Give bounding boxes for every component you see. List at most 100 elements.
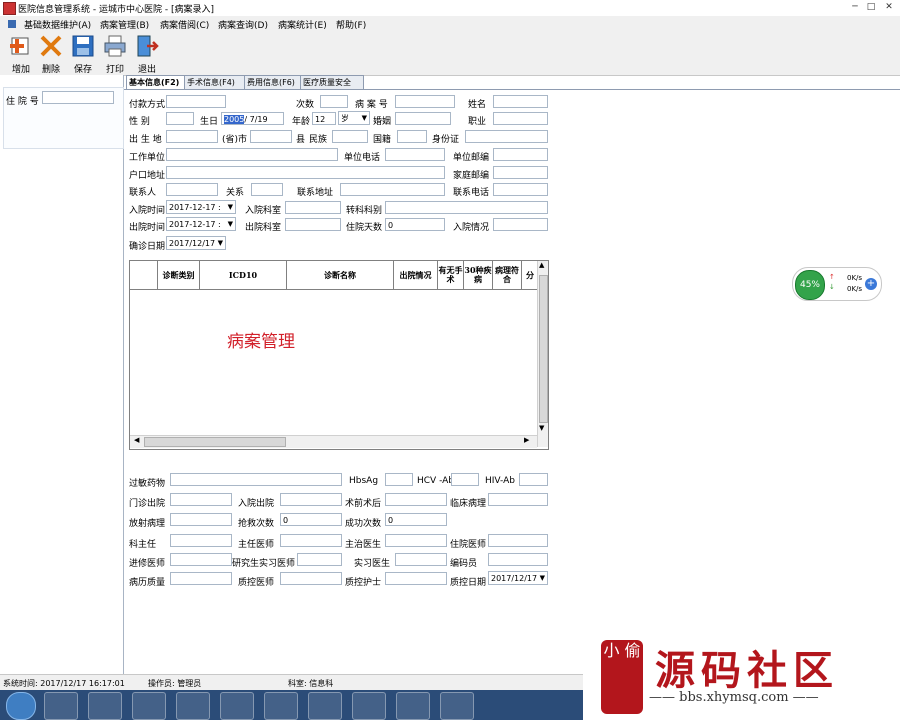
occupation-input[interactable] <box>493 112 548 125</box>
inpatient-no-input[interactable] <box>42 91 114 104</box>
taskbar-app-3[interactable] <box>132 692 166 720</box>
hiv-input[interactable] <box>519 473 548 486</box>
grid-vertical-scrollbar[interactable]: ▲ ▼ <box>537 261 548 447</box>
hukou-address-input[interactable] <box>166 166 445 179</box>
taskbar-app-9[interactable] <box>396 692 430 720</box>
contact-input[interactable] <box>166 183 218 196</box>
grid-hscroll-thumb[interactable] <box>144 437 286 447</box>
home-zip-input[interactable] <box>493 166 548 179</box>
name-input[interactable] <box>493 95 548 108</box>
dept-head-input[interactable] <box>170 534 232 547</box>
menu-basic-data[interactable]: 基础数据维护(A) <box>24 18 91 31</box>
coder-input[interactable] <box>488 553 548 566</box>
col-partial[interactable]: 分 <box>522 261 538 289</box>
birthplace-province-input[interactable] <box>166 130 218 143</box>
close-button[interactable]: ✕ <box>882 2 896 13</box>
nationality-input[interactable] <box>397 130 427 143</box>
admit-condition-input[interactable] <box>493 218 548 231</box>
taskbar-app-1[interactable] <box>44 692 78 720</box>
qc-date-picker[interactable]: 2017/12/17 ▼ <box>488 571 548 585</box>
clinical-path-input[interactable] <box>488 493 548 506</box>
record-quality-input[interactable] <box>170 572 232 585</box>
menu-borrow[interactable]: 病案借阅(C) <box>160 18 209 31</box>
confirm-date-picker[interactable]: 2017/12/17 ▼ <box>166 236 226 250</box>
taskbar-app-7[interactable] <box>308 692 342 720</box>
taskbar-app-2[interactable] <box>88 692 122 720</box>
relation-input[interactable] <box>251 183 283 196</box>
menu-record-mgmt[interactable]: 病案管理(B) <box>100 18 149 31</box>
grad-intern-input[interactable] <box>297 553 342 566</box>
contact-phone-input[interactable] <box>493 183 548 196</box>
rescue-count-input[interactable]: 0 <box>280 513 342 526</box>
work-phone-input[interactable] <box>385 148 445 161</box>
pre-post-op-input[interactable] <box>385 493 447 506</box>
marital-input[interactable] <box>395 112 451 125</box>
success-count-input[interactable]: 0 <box>385 513 447 526</box>
ethnicity-input[interactable] <box>332 130 368 143</box>
radio-path-input[interactable] <box>170 513 232 526</box>
net-speed-widget[interactable]: 45% 0K/s 0K/s ↑ ↓ + <box>792 267 882 301</box>
stay-days-input[interactable]: 0 <box>385 218 445 231</box>
tab-quality-safety[interactable]: 医疗质量安全 <box>300 75 364 89</box>
admit-discharge-input[interactable] <box>280 493 342 506</box>
age-unit-select[interactable]: 岁 ▼ <box>338 111 370 125</box>
taskbar-app-10[interactable] <box>440 692 474 720</box>
id-card-input[interactable] <box>465 130 548 143</box>
record-no-input[interactable] <box>395 95 455 108</box>
taskbar-app-4[interactable] <box>176 692 210 720</box>
expand-icon[interactable]: + <box>865 278 877 290</box>
col-diagnosis-type[interactable]: 诊断类别 <box>158 261 200 289</box>
trainee-input[interactable] <box>170 553 232 566</box>
scroll-right-icon[interactable]: ▶ <box>524 436 529 444</box>
birthplace-city-input[interactable] <box>250 130 292 143</box>
qc-physician-input[interactable] <box>280 572 342 585</box>
transfer-dept-input[interactable] <box>385 201 548 214</box>
admit-time-picker[interactable]: 2017-12-17 : ▼ <box>166 200 236 214</box>
grid-vscroll-thumb[interactable] <box>539 275 548 423</box>
work-zip-input[interactable] <box>493 148 548 161</box>
admit-dept-input[interactable] <box>285 201 341 214</box>
taskbar-app-8[interactable] <box>352 692 386 720</box>
chief-physician-input[interactable] <box>280 534 342 547</box>
qc-nurse-input[interactable] <box>385 572 447 585</box>
menu-stats[interactable]: 病案统计(E) <box>278 18 327 31</box>
col-discharge-status[interactable]: 出院情况 <box>394 261 438 289</box>
col-diagnosis-name[interactable]: 诊断名称 <box>287 261 394 289</box>
print-button[interactable]: 打印 <box>100 34 130 75</box>
start-button[interactable] <box>6 692 36 720</box>
taskbar-app-5[interactable] <box>220 692 254 720</box>
taskbar-app-6[interactable] <box>264 692 298 720</box>
opd-discharge-input[interactable] <box>170 493 232 506</box>
exit-button[interactable]: 退出 <box>132 34 162 75</box>
contact-address-input[interactable] <box>340 183 445 196</box>
gender-input[interactable] <box>166 112 194 125</box>
age-input[interactable]: 12 <box>312 112 336 125</box>
col-pathology-match[interactable]: 病理符合 <box>493 261 522 289</box>
minimize-button[interactable]: ─ <box>848 2 862 13</box>
scroll-down-icon[interactable]: ▼ <box>539 424 544 432</box>
menu-query[interactable]: 病案查询(D) <box>218 18 268 31</box>
col-has-surgery[interactable]: 有无手术 <box>438 261 464 289</box>
tab-basic-info[interactable]: 基本信息(F2) <box>126 75 188 90</box>
employer-input[interactable] <box>166 148 338 161</box>
tab-surgery-info[interactable]: 手术信息(F4) <box>184 75 248 89</box>
add-button[interactable]: 增加 <box>6 34 36 75</box>
times-input[interactable] <box>320 95 348 108</box>
discharge-dept-input[interactable] <box>285 218 341 231</box>
save-button[interactable]: 保存 <box>68 34 98 75</box>
birthday-input[interactable]: 2005/ 7/19 <box>221 112 284 125</box>
maximize-button[interactable]: □ <box>864 2 878 13</box>
menu-help[interactable]: 帮助(F) <box>336 18 366 31</box>
scroll-up-icon[interactable]: ▲ <box>539 261 544 269</box>
grid-horizontal-scrollbar[interactable]: ◀ ▶ <box>130 435 537 448</box>
attending-input[interactable] <box>385 534 447 547</box>
resident-input[interactable] <box>488 534 548 547</box>
hbsag-input[interactable] <box>385 473 413 486</box>
scroll-left-icon[interactable]: ◀ <box>134 436 139 444</box>
delete-button[interactable]: 删除 <box>36 34 66 75</box>
tab-fee-info[interactable]: 费用信息(F6) <box>244 75 304 89</box>
hcv-input[interactable] <box>451 473 479 486</box>
payment-input[interactable] <box>166 95 226 108</box>
allergy-input[interactable] <box>170 473 342 486</box>
col-30-diseases[interactable]: 30种疾病 <box>464 261 493 289</box>
